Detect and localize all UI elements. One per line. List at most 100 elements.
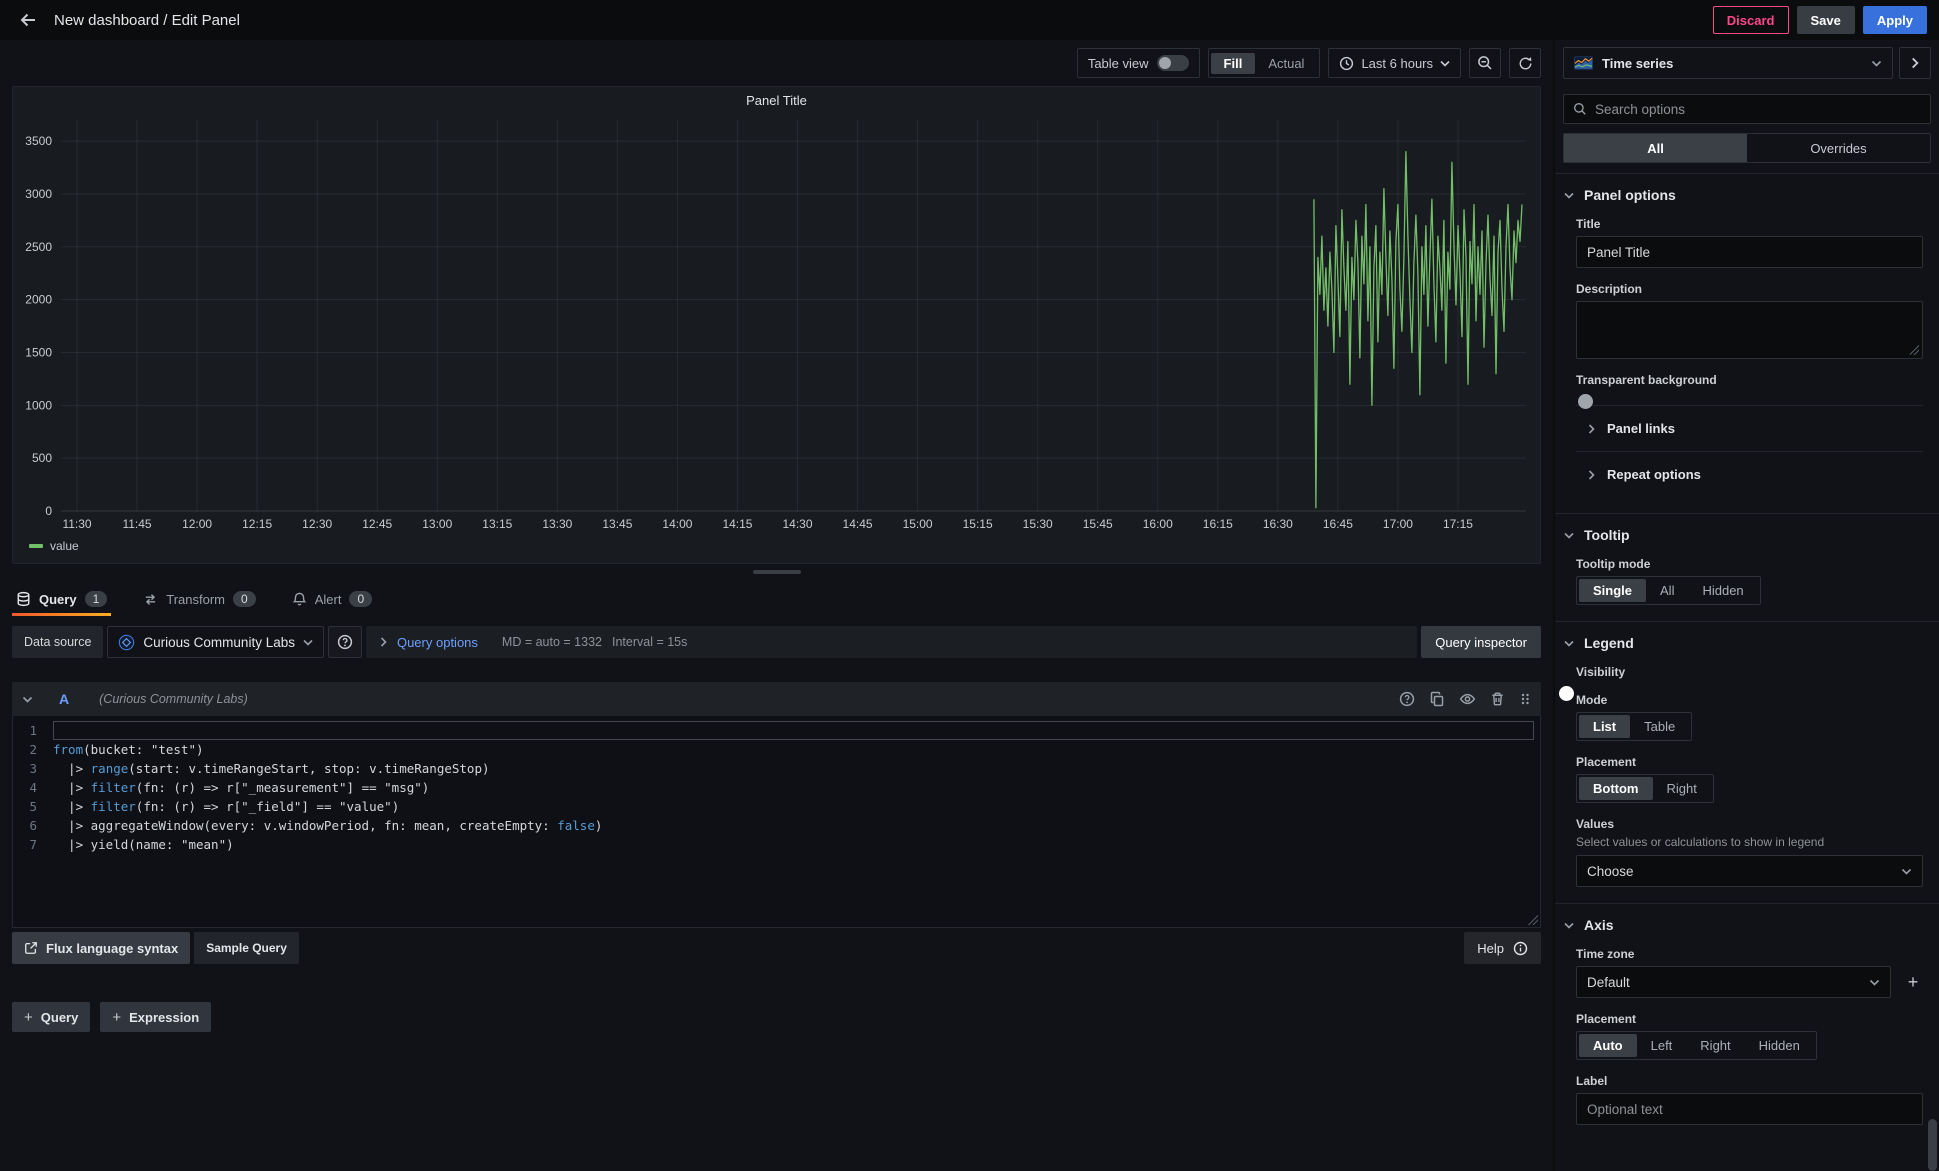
code-line[interactable]: 4 |> filter(fn: (r) => r["_measurement"]… — [13, 778, 1540, 797]
time-range-picker[interactable]: Last 6 hours — [1328, 48, 1461, 78]
svg-text:3500: 3500 — [25, 134, 52, 148]
add-query-button[interactable]: + Query — [12, 1002, 90, 1032]
tab-overrides[interactable]: Overrides — [1747, 134, 1930, 162]
refresh-button[interactable] — [1509, 48, 1541, 78]
section-panel-options-header[interactable]: Panel options — [1555, 187, 1939, 203]
tab-alert[interactable]: Alert 0 — [288, 585, 376, 616]
tab-all-options[interactable]: All — [1564, 134, 1747, 162]
sample-query-button[interactable]: Sample Query — [194, 932, 299, 964]
code-line[interactable]: 7 |> yield(name: "mean") — [13, 835, 1540, 854]
panel-title[interactable]: Panel Title — [13, 87, 1540, 110]
flux-code-editor[interactable]: 12from(bucket: "test")3 |> range(start: … — [12, 716, 1541, 928]
duplicate-query-icon[interactable] — [1429, 691, 1445, 707]
code-line[interactable]: 1 — [13, 721, 1540, 740]
hide-response-eye-icon[interactable] — [1459, 691, 1476, 707]
window-scrollbar-thumb[interactable] — [1928, 1119, 1937, 1171]
axis-placement-left[interactable]: Left — [1637, 1034, 1687, 1057]
options-search-box[interactable] — [1563, 94, 1931, 124]
tab-query[interactable]: Query 1 — [12, 585, 111, 616]
axis-placement-right[interactable]: Right — [1686, 1034, 1744, 1057]
plus-icon: + — [112, 1009, 121, 1026]
legend-series-label[interactable]: value — [50, 539, 79, 553]
datasource-select[interactable]: Curious Community Labs — [107, 626, 324, 658]
panel-title-input[interactable] — [1576, 236, 1923, 268]
breadcrumb[interactable]: New dashboard / Edit Panel — [54, 12, 240, 29]
axis-placement-hidden[interactable]: Hidden — [1745, 1034, 1814, 1057]
svg-text:14:00: 14:00 — [662, 517, 692, 531]
code-line[interactable]: 5 |> filter(fn: (r) => r["_field"] == "v… — [13, 797, 1540, 816]
zoom-out-button[interactable] — [1469, 48, 1501, 78]
visualization-picker[interactable]: Time series — [1563, 47, 1893, 79]
apply-button[interactable]: Apply — [1863, 6, 1927, 34]
textarea-resize-handle[interactable] — [1909, 345, 1919, 355]
drag-handle-grip-icon[interactable] — [1519, 691, 1531, 707]
chevron-right-icon[interactable] — [380, 637, 387, 647]
fill-actual-group: Fill Actual — [1208, 48, 1321, 78]
tab-transform-count: 0 — [233, 591, 256, 607]
zoom-out-icon — [1477, 55, 1493, 71]
legend-placement-label: Placement — [1576, 755, 1923, 769]
timeseries-viz-icon — [1574, 56, 1593, 70]
fill-option[interactable]: Fill — [1211, 53, 1256, 74]
table-view-toggle[interactable] — [1157, 55, 1189, 71]
query-help-icon[interactable] — [1399, 691, 1415, 707]
section-axis-header[interactable]: Axis — [1555, 917, 1939, 933]
axis-label-input[interactable] — [1576, 1093, 1923, 1125]
actual-option[interactable]: Actual — [1255, 53, 1317, 74]
collapse-options-pane-button[interactable] — [1899, 47, 1931, 79]
query-ref-id[interactable]: A — [59, 691, 69, 707]
external-link-icon — [24, 941, 38, 955]
svg-text:12:30: 12:30 — [302, 517, 332, 531]
legend-placement-bottom[interactable]: Bottom — [1579, 777, 1653, 800]
panel-description-textarea[interactable] — [1576, 301, 1923, 359]
add-expression-button[interactable]: + Expression — [100, 1002, 211, 1032]
back-button[interactable] — [12, 4, 44, 36]
repeat-options-section[interactable]: Repeat options — [1576, 451, 1923, 497]
section-legend-header[interactable]: Legend — [1555, 635, 1939, 651]
collapse-chevron-icon[interactable] — [22, 696, 33, 703]
legend-mode-list[interactable]: List — [1579, 715, 1630, 738]
legend-values-select[interactable]: Choose — [1576, 855, 1923, 887]
timeseries-chart[interactable]: 11:3011:4512:0012:1512:3012:4513:0013:15… — [17, 112, 1534, 537]
add-timezone-button[interactable]: + — [1903, 972, 1923, 993]
svg-text:11:30: 11:30 — [62, 517, 91, 531]
delete-query-trash-icon[interactable] — [1490, 691, 1505, 707]
tooltip-mode-hidden[interactable]: Hidden — [1688, 579, 1757, 602]
svg-text:13:00: 13:00 — [422, 517, 452, 531]
line-number: 5 — [13, 797, 53, 816]
datasource-help-button[interactable] — [328, 626, 362, 658]
legend-placement-right[interactable]: Right — [1653, 777, 1711, 800]
line-number: 3 — [13, 759, 53, 778]
query-options-link[interactable]: Query options — [397, 635, 478, 650]
editor-tabs: Query 1 Transform 0 Alert 0 — [0, 580, 1553, 616]
svg-text:2500: 2500 — [25, 240, 52, 254]
axis-placement-group: Auto Left Right Hidden — [1576, 1031, 1817, 1060]
help-button[interactable]: Help — [1464, 932, 1541, 964]
tooltip-mode-all[interactable]: All — [1646, 579, 1688, 602]
panel-resize-splitter[interactable] — [0, 564, 1553, 580]
tab-transform[interactable]: Transform 0 — [139, 585, 259, 616]
splitter-grip-handle[interactable] — [753, 570, 801, 574]
save-button[interactable]: Save — [1797, 6, 1855, 34]
code-line[interactable]: 2from(bucket: "test") — [13, 740, 1540, 759]
query-inspector-button[interactable]: Query inspector — [1421, 626, 1541, 658]
discard-button[interactable]: Discard — [1713, 6, 1789, 34]
legend-mode-group: List Table — [1576, 712, 1692, 741]
code-line[interactable]: 3 |> range(start: v.timeRangeStart, stop… — [13, 759, 1540, 778]
panel-links-section[interactable]: Panel links — [1576, 405, 1923, 451]
chevron-down-icon — [1901, 868, 1912, 875]
legend-mode-table[interactable]: Table — [1630, 715, 1689, 738]
legend-placement-group: Bottom Right — [1576, 774, 1714, 803]
influxdb-datasource-icon — [118, 634, 135, 651]
axis-placement-auto[interactable]: Auto — [1579, 1034, 1637, 1057]
options-search-input[interactable] — [1595, 102, 1921, 117]
flux-syntax-button[interactable]: Flux language syntax — [12, 932, 190, 964]
code-line[interactable]: 6 |> aggregateWindow(every: v.windowPeri… — [13, 816, 1540, 835]
chevron-down-icon — [1871, 60, 1882, 67]
query-editor-header[interactable]: A (Curious Community Labs) — [12, 682, 1541, 716]
tooltip-mode-single[interactable]: Single — [1579, 579, 1646, 602]
axis-placement-label: Placement — [1576, 1012, 1923, 1026]
code-resize-handle[interactable] — [1528, 915, 1538, 925]
timezone-select[interactable]: Default — [1576, 966, 1891, 998]
section-tooltip-header[interactable]: Tooltip — [1555, 527, 1939, 543]
